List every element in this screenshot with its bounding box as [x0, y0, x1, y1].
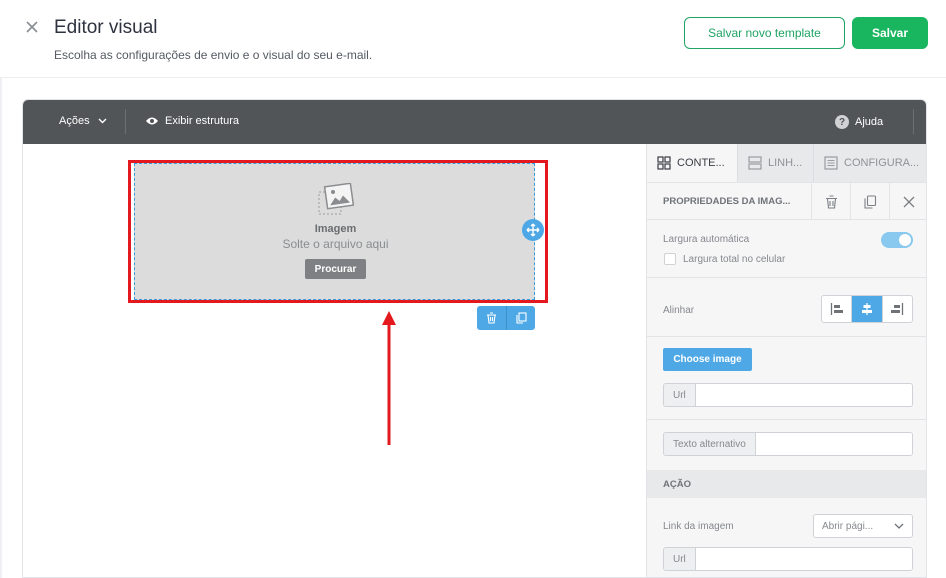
tab-content-label: CONTE... [677, 157, 725, 169]
link-type-value: Abrir pági... [822, 520, 874, 532]
action-section-header: AÇÃO [647, 470, 926, 498]
actions-menu[interactable]: Ações [59, 115, 107, 127]
trash-icon [825, 194, 837, 209]
url-prefix: Url [664, 384, 696, 406]
url-input[interactable] [695, 384, 912, 406]
link-type-select[interactable]: Abrir pági... [813, 514, 913, 538]
align-right-button[interactable] [881, 296, 912, 322]
document-icon [824, 156, 838, 170]
page-header: Editor visual Escolha as configurações d… [0, 0, 946, 78]
align-left-button[interactable] [822, 296, 851, 322]
page-edge [0, 78, 3, 578]
chevron-down-icon [98, 118, 107, 124]
close-panel-button[interactable] [889, 183, 926, 220]
image-block-subtitle: Solte o arquivo aqui [282, 237, 389, 251]
section-divider [647, 419, 926, 420]
align-center-button[interactable] [851, 296, 882, 322]
editor-toolbar: Ações Exibir estrutura ? Ajuda [23, 100, 926, 144]
alt-text-input[interactable] [755, 433, 912, 455]
toolbar-divider [125, 109, 126, 134]
show-structure-button[interactable]: Exibir estrutura [145, 115, 239, 127]
show-structure-label: Exibir estrutura [165, 115, 239, 127]
image-link-label: Link da imagem [663, 521, 734, 532]
browse-button[interactable]: Procurar [305, 259, 366, 279]
close-icon[interactable] [22, 17, 42, 37]
image-placeholder-icon [318, 183, 354, 215]
move-icon[interactable] [522, 219, 544, 241]
panel-tabs: CONTE... LINH... CONFIGURA... [647, 144, 926, 182]
properties-panel: CONTE... LINH... CONFIGURA... PROPRIEDAD… [646, 144, 926, 577]
duplicate-element-button[interactable] [850, 183, 889, 220]
alt-text-field: Texto alternativo [663, 432, 913, 456]
image-block[interactable]: Imagem Solte o arquivo aqui Procurar [134, 163, 535, 300]
block-actions [477, 306, 536, 330]
link-url-prefix: Url [664, 548, 696, 570]
save-button[interactable]: Salvar [852, 17, 928, 49]
auto-width-toggle[interactable] [881, 232, 913, 248]
align-buttons [821, 295, 913, 323]
toolbar-divider [913, 109, 914, 134]
tab-rows[interactable]: LINH... [738, 144, 814, 182]
trash-icon [487, 312, 496, 324]
page-title: Editor visual [54, 17, 158, 38]
eye-icon [146, 117, 158, 125]
close-icon [903, 196, 915, 207]
rows-icon [748, 156, 762, 170]
section-divider [647, 277, 926, 278]
choose-image-button[interactable]: Choose image [663, 348, 752, 371]
tab-settings[interactable]: CONFIGURA... [814, 144, 926, 182]
url-field: Url [663, 383, 913, 407]
email-editor: Ações Exibir estrutura ? Ajuda Imagem So… [22, 99, 927, 578]
actions-label: Ações [59, 115, 90, 127]
chevron-down-icon [894, 523, 904, 529]
page-subtitle: Escolha as configurações de envio e o vi… [54, 48, 373, 62]
auto-width-label: Largura automática [663, 234, 750, 245]
duplicate-block-button[interactable] [506, 306, 535, 330]
alt-text-prefix: Texto alternativo [664, 433, 756, 455]
tab-rows-label: LINH... [768, 157, 803, 169]
save-new-template-button[interactable]: Salvar novo template [684, 17, 845, 49]
help-button[interactable]: ? Ajuda [835, 115, 883, 129]
full-width-mobile-label: Largura total no celular [683, 254, 786, 265]
tab-content[interactable]: CONTE... [647, 144, 738, 182]
help-icon: ? [835, 115, 849, 129]
delete-block-button[interactable] [477, 306, 506, 330]
delete-element-button[interactable] [811, 183, 850, 220]
help-label: Ajuda [855, 116, 884, 128]
tab-settings-label: CONFIGURA... [844, 157, 920, 169]
image-block-title: Imagem [314, 223, 357, 235]
link-url-input[interactable] [695, 548, 912, 570]
full-width-mobile-checkbox[interactable] [664, 253, 676, 265]
grid-icon [657, 156, 671, 170]
properties-header: PROPRIEDADES DA IMAG... [647, 182, 926, 220]
properties-title: PROPRIEDADES DA IMAG... [663, 195, 791, 207]
editor-canvas[interactable]: Imagem Solte o arquivo aqui Procurar [23, 144, 646, 577]
copy-icon [864, 194, 877, 209]
align-label: Alinhar [663, 305, 695, 316]
copy-icon [516, 312, 527, 324]
align-right-icon [891, 303, 904, 315]
section-divider [647, 336, 926, 337]
align-left-icon [830, 303, 843, 315]
link-url-field: Url [663, 547, 913, 571]
annotation-arrow [382, 311, 396, 445]
align-center-icon [861, 303, 872, 315]
